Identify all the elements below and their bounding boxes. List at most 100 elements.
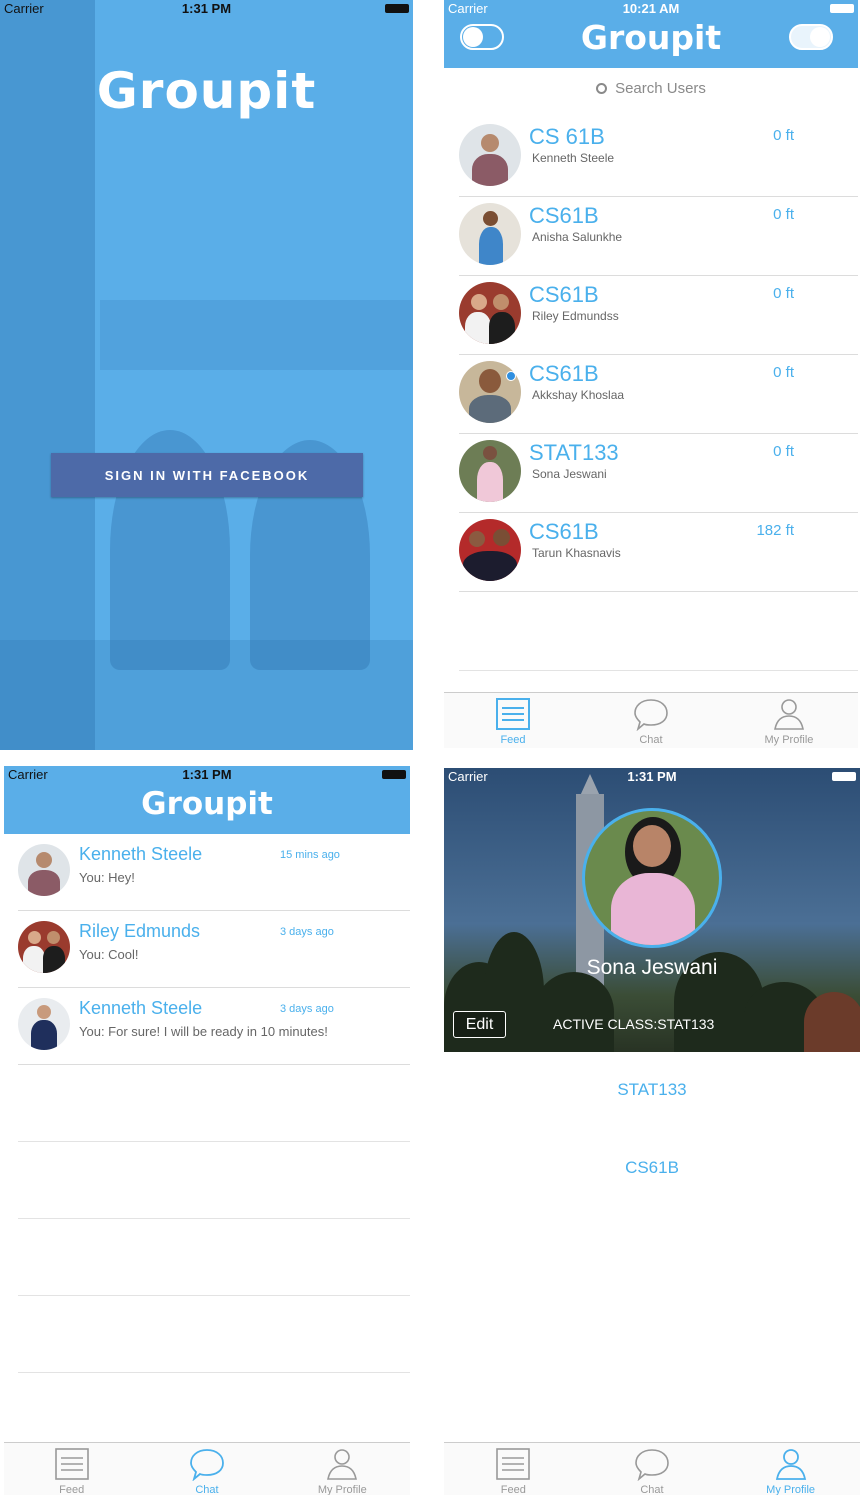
battery-icon xyxy=(832,772,856,781)
feed-item[interactable]: CS61B Anisha Salunkhe 0 ft xyxy=(459,197,858,276)
tab-label: Chat xyxy=(195,1484,219,1495)
feed-header: Carrier 10:21 AM Groupit xyxy=(444,0,858,68)
status-bar: Carrier 1:31 PM xyxy=(444,768,860,786)
battery-icon xyxy=(830,4,854,13)
avatar xyxy=(459,440,521,502)
search-icon xyxy=(596,83,608,94)
feed-item[interactable]: CS61B Akkshay Khoslaa 0 ft xyxy=(459,355,858,434)
message-preview: You: For sure! I will be ready in 10 min… xyxy=(79,1024,328,1039)
status-time: 1:31 PM xyxy=(182,767,232,782)
tab-my-profile[interactable]: My Profile xyxy=(721,1443,860,1495)
edit-profile-button[interactable]: Edit xyxy=(453,1011,506,1038)
tab-chat[interactable]: Chat xyxy=(582,693,720,748)
tab-my-profile[interactable]: My Profile xyxy=(720,693,858,748)
search-placeholder: Search Users xyxy=(615,80,706,97)
feed-icon xyxy=(496,1448,531,1480)
avatar xyxy=(459,519,521,581)
empty-row xyxy=(18,1296,410,1373)
distance-label: 0 ft xyxy=(773,127,794,144)
tab-label: Feed xyxy=(500,1484,526,1495)
message-preview: You: Cool! xyxy=(79,947,139,962)
status-bar: Carrier 1:31 PM xyxy=(4,766,410,784)
tab-label: My Profile xyxy=(764,734,814,746)
message-time: 3 days ago xyxy=(280,926,334,938)
tab-label: My Profile xyxy=(317,1484,367,1495)
toggle-knob xyxy=(810,27,830,47)
course-link[interactable]: STAT133 xyxy=(444,1080,860,1100)
cover-photo: Carrier 1:31 PM Sona Jeswani Edit ACTIVE… xyxy=(444,768,860,1052)
tab-chat[interactable]: Chat xyxy=(139,1443,274,1495)
course-name: STAT133 xyxy=(529,440,619,465)
feed-item[interactable]: CS 61B Kenneth Steele 0 ft xyxy=(459,118,858,197)
background-table xyxy=(0,640,413,750)
course-name: CS61B xyxy=(529,203,599,228)
message-time: 3 days ago xyxy=(280,1003,334,1015)
person-icon xyxy=(327,1449,358,1480)
rooftops xyxy=(804,992,860,1052)
course-link[interactable]: CS61B xyxy=(444,1158,860,1178)
feed-item[interactable]: STAT133 Sona Jeswani 0 ft xyxy=(459,434,858,513)
search-users-field[interactable]: Search Users xyxy=(444,80,858,97)
message-time: 15 mins ago xyxy=(280,849,340,861)
active-class-label: ACTIVE CLASS:STAT133 xyxy=(553,1016,715,1032)
conversation-row[interactable]: Kenneth Steele 3 days ago You: For sure!… xyxy=(18,988,410,1065)
tab-feed[interactable]: Feed xyxy=(4,1443,139,1495)
feed-icon xyxy=(495,698,530,730)
empty-row xyxy=(459,592,858,671)
contact-name: Kenneth Steele xyxy=(79,844,203,864)
distance-label: 0 ft xyxy=(773,364,794,381)
tab-chat[interactable]: Chat xyxy=(583,1443,722,1495)
avatar xyxy=(18,921,70,973)
course-name: CS61B xyxy=(529,361,599,386)
tree xyxy=(534,972,614,1052)
right-toggle-switch[interactable] xyxy=(789,24,833,50)
chat-header: Carrier 1:31 PM Groupit xyxy=(4,766,410,834)
course-name: CS61B xyxy=(529,519,599,544)
feed-screen: Carrier 10:21 AM Groupit Search Users CS… xyxy=(444,0,858,750)
message-preview: You: Hey! xyxy=(79,870,135,885)
user-name: Sona Jeswani xyxy=(532,467,607,481)
empty-row xyxy=(18,1373,410,1450)
profile-screen: Carrier 1:31 PM Sona Jeswani Edit ACTIVE… xyxy=(444,768,860,1495)
battery-icon xyxy=(382,770,406,779)
tab-bar: Feed Chat My Profile xyxy=(4,1442,410,1495)
user-name: Akkshay Khoslaa xyxy=(532,388,625,402)
background-shelf-band xyxy=(100,300,413,370)
avatar xyxy=(459,203,521,265)
contact-name: Riley Edmunds xyxy=(79,921,201,941)
login-screen: Carrier 1:31 PM Groupit SIGN IN WITH FAC… xyxy=(0,0,413,750)
feed-icon xyxy=(54,1448,89,1480)
user-name: Riley Edmundss xyxy=(532,309,619,323)
app-logo: Groupit xyxy=(96,62,317,120)
tab-feed[interactable]: Feed xyxy=(444,693,582,748)
tab-feed[interactable]: Feed xyxy=(444,1443,583,1495)
feed-item[interactable]: CS61B Tarun Khasnavis 182 ft xyxy=(459,513,858,592)
distance-label: 0 ft xyxy=(773,206,794,223)
course-name: CS 61B xyxy=(529,124,605,149)
status-bar: Carrier 1:31 PM xyxy=(0,0,413,18)
header-title: Groupit xyxy=(141,786,273,822)
chat-screen: Carrier 1:31 PM Groupit Kenneth Steele 1… xyxy=(4,766,410,1495)
profile-picture xyxy=(582,808,722,948)
avatar xyxy=(459,282,521,344)
facebook-signin-button[interactable]: SIGN IN WITH FACEBOOK xyxy=(51,453,363,497)
person-icon xyxy=(773,699,804,730)
tab-label: Feed xyxy=(500,734,526,746)
status-time: 1:31 PM xyxy=(181,1,232,16)
distance-label: 0 ft xyxy=(773,285,794,302)
distance-label: 0 ft xyxy=(773,443,794,460)
feed-item[interactable]: CS61B Riley Edmundss 0 ft xyxy=(459,276,858,355)
distance-label: 182 ft xyxy=(756,522,794,539)
user-name: Tarun Khasnavis xyxy=(532,546,621,560)
empty-row xyxy=(18,1142,410,1219)
avatar xyxy=(18,998,70,1050)
tab-label: Feed xyxy=(59,1484,85,1495)
conversation-row[interactable]: Kenneth Steele 15 mins ago You: Hey! xyxy=(18,834,410,911)
status-bar: Carrier 10:21 AM xyxy=(444,0,858,18)
course-name: CS61B xyxy=(529,282,599,307)
profile-name: Sona Jeswani xyxy=(586,956,718,979)
conversation-row[interactable]: Riley Edmunds 3 days ago You: Cool! xyxy=(18,911,410,988)
user-name: Kenneth Steele xyxy=(532,151,615,165)
tab-my-profile[interactable]: My Profile xyxy=(275,1443,410,1495)
online-status-icon xyxy=(506,371,516,381)
